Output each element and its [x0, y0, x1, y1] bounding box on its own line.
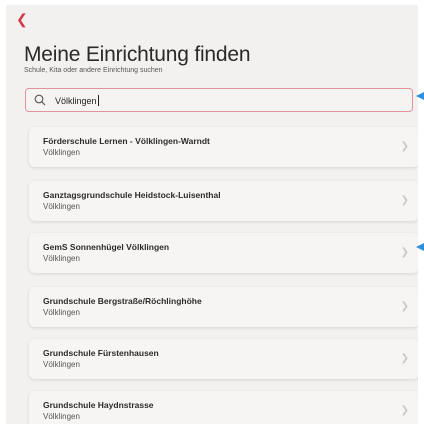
item-city: Völklingen [43, 308, 80, 317]
item-name: Förderschule Lernen - Völklingen-Warndt [43, 136, 210, 146]
pointer-marker [416, 243, 424, 251]
item-name: Grundschule Haydnstrasse [43, 400, 154, 410]
list-item[interactable]: Ganztagsgrundschule Heidstock-Luisenthal… [29, 181, 418, 221]
chevron-right-icon: ❯ [400, 353, 409, 364]
item-name: Ganztagsgrundschule Heidstock-Luisenthal [43, 190, 221, 200]
chevron-left-icon: ❮ [16, 11, 28, 27]
text-caret [97, 95, 99, 106]
page-subtitle: Schule, Kita oder andere Einrichtung suc… [24, 67, 163, 74]
list-item[interactable]: GemS Sonnenhügel Völklingen Völklingen ❯ [29, 233, 418, 273]
chevron-right-icon: ❯ [400, 195, 409, 206]
search-input[interactable]: Völklingen [25, 88, 413, 112]
item-name: Grundschule Fürstenhausen [43, 348, 159, 358]
item-city: Völklingen [43, 202, 80, 211]
page-title: Meine Einrichtung finden [24, 43, 251, 66]
item-city: Völklingen [43, 148, 80, 157]
item-name: Grundschule Bergstraße/Röchlinghöhe [43, 296, 202, 306]
item-name: GemS Sonnenhügel Völklingen [43, 242, 170, 252]
app-screen: ❮ Meine Einrichtung finden Schule, Kita … [6, 5, 418, 424]
list-item[interactable]: Grundschule Fürstenhausen Völklingen ❯ [29, 339, 418, 379]
chevron-right-icon: ❯ [400, 301, 409, 312]
pointer-marker [416, 92, 424, 100]
list-item[interactable]: Grundschule Bergstraße/Röchlinghöhe Völk… [29, 287, 418, 327]
chevron-right-icon: ❯ [400, 247, 409, 258]
item-city: Völklingen [43, 254, 80, 263]
chevron-right-icon: ❯ [400, 405, 409, 416]
search-value: Völklingen [55, 95, 99, 106]
list-item[interactable]: Grundschule Haydnstrasse Völklingen ❯ [29, 391, 418, 424]
chevron-right-icon: ❯ [400, 141, 409, 152]
list-item[interactable]: Förderschule Lernen - Völklingen-Warndt … [29, 127, 418, 167]
back-button[interactable]: ❮ [16, 11, 30, 27]
item-city: Völklingen [43, 412, 80, 421]
search-icon [34, 94, 46, 106]
item-city: Völklingen [43, 360, 80, 369]
